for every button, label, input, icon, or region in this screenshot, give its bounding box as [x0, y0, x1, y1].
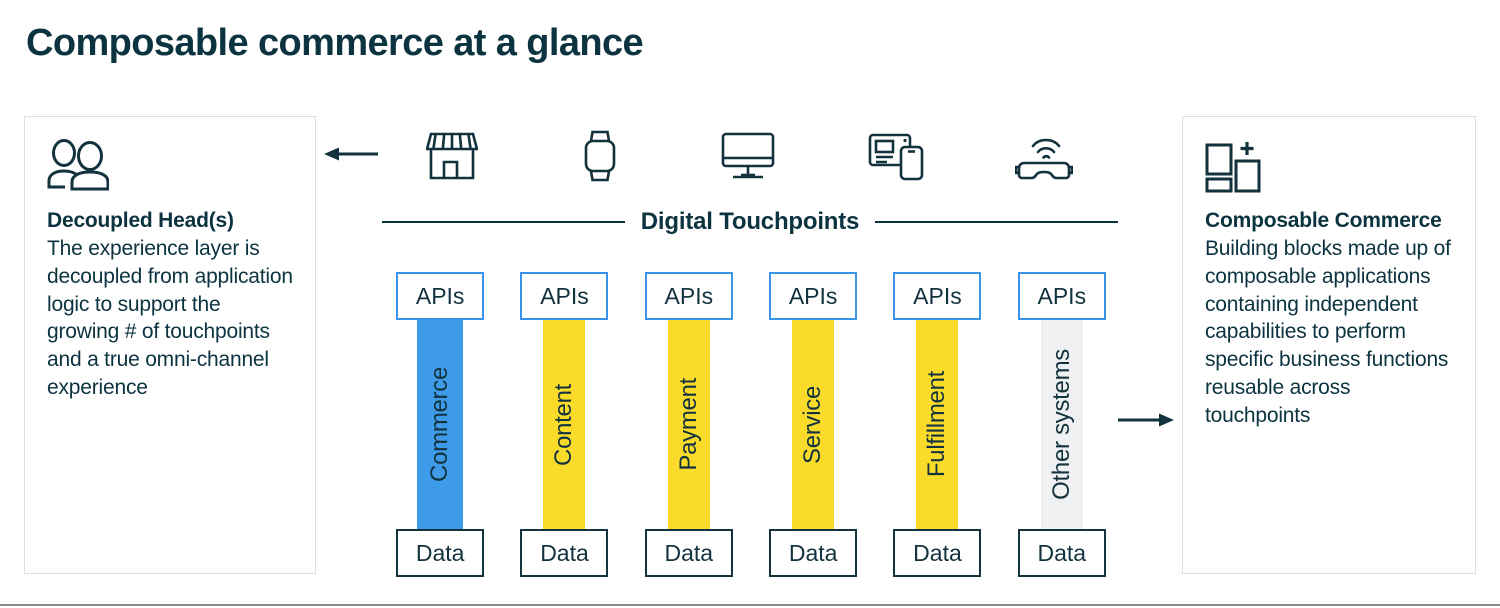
- data-box: Data: [644, 529, 733, 577]
- footer-rule: [0, 604, 1500, 606]
- column-fulfillment: APIs Fulfillment Data: [875, 272, 999, 577]
- composable-commerce-panel: Composable Commerce Building blocks made…: [1182, 116, 1476, 574]
- diagram-canvas: Composable commerce at a glance Decouple…: [0, 0, 1500, 608]
- composable-commerce-heading: Composable Commerce: [1205, 209, 1442, 232]
- arrow-left-icon: [322, 144, 378, 169]
- digital-touchpoints-divider: Digital Touchpoints: [382, 208, 1118, 236]
- page-title: Composable commerce at a glance: [26, 22, 644, 64]
- data-box: Data: [1017, 529, 1106, 577]
- capability-label: Commerce: [426, 367, 454, 482]
- capability-label: Fulfillment: [923, 371, 951, 478]
- capability-bar-other-systems: Other systems: [1040, 319, 1083, 530]
- column-commerce: APIs Commerce Data: [378, 272, 502, 577]
- two-people-icon: [47, 139, 293, 195]
- api-box: APIs: [893, 272, 982, 320]
- desktop-monitor-icon: [721, 132, 775, 185]
- vr-headset-icon: [1014, 130, 1074, 187]
- tablet-phone-icon: [868, 131, 924, 186]
- capability-label: Content: [550, 383, 578, 466]
- touchpoint-tablet-phone: [822, 128, 970, 188]
- api-box: APIs: [520, 272, 609, 320]
- smartwatch-icon: [583, 130, 617, 187]
- composable-commerce-body: Building blocks made up of composable ap…: [1205, 236, 1451, 428]
- column-service: APIs Service Data: [751, 272, 875, 577]
- data-box: Data: [520, 529, 609, 577]
- api-box: APIs: [644, 272, 733, 320]
- touchpoint-icon-row: [378, 128, 1118, 188]
- data-box: Data: [769, 529, 858, 577]
- building-blocks-plus-icon: [1205, 139, 1453, 195]
- decoupled-heads-heading: Decoupled Head(s): [47, 209, 234, 232]
- capability-bar-payment: Payment: [667, 319, 710, 530]
- api-box: APIs: [769, 272, 858, 320]
- data-box: Data: [893, 529, 982, 577]
- touchpoint-storefront: [378, 128, 526, 188]
- api-box: APIs: [1017, 272, 1106, 320]
- touchpoint-smartwatch: [526, 128, 674, 188]
- touchpoint-vr-headset: [970, 128, 1118, 188]
- capability-columns: APIs Commerce Data APIs Content Data API…: [378, 272, 1124, 577]
- digital-touchpoints-label: Digital Touchpoints: [640, 208, 860, 235]
- column-other-systems: APIs Other systems Data: [1000, 272, 1124, 577]
- capability-label: Service: [799, 385, 827, 464]
- column-payment: APIs Payment Data: [627, 272, 751, 577]
- data-box: Data: [396, 529, 485, 577]
- capability-bar-commerce: Commerce: [417, 319, 464, 530]
- touchpoint-desktop: [674, 128, 822, 188]
- capability-bar-fulfillment: Fulfillment: [916, 319, 959, 530]
- capability-bar-service: Service: [792, 319, 835, 530]
- decoupled-heads-body: The experience layer is decoupled from a…: [47, 236, 293, 400]
- capability-label: Payment: [674, 378, 702, 471]
- decoupled-heads-panel: Decoupled Head(s) The experience layer i…: [24, 116, 316, 574]
- divider-line-left: [382, 221, 625, 223]
- divider-line-right: [875, 221, 1118, 223]
- storefront-icon: [425, 131, 479, 186]
- arrow-right-icon: [1118, 410, 1176, 435]
- capability-label: Other systems: [1047, 349, 1075, 500]
- column-content: APIs Content Data: [502, 272, 626, 577]
- api-box: APIs: [396, 272, 485, 320]
- capability-bar-content: Content: [543, 319, 586, 530]
